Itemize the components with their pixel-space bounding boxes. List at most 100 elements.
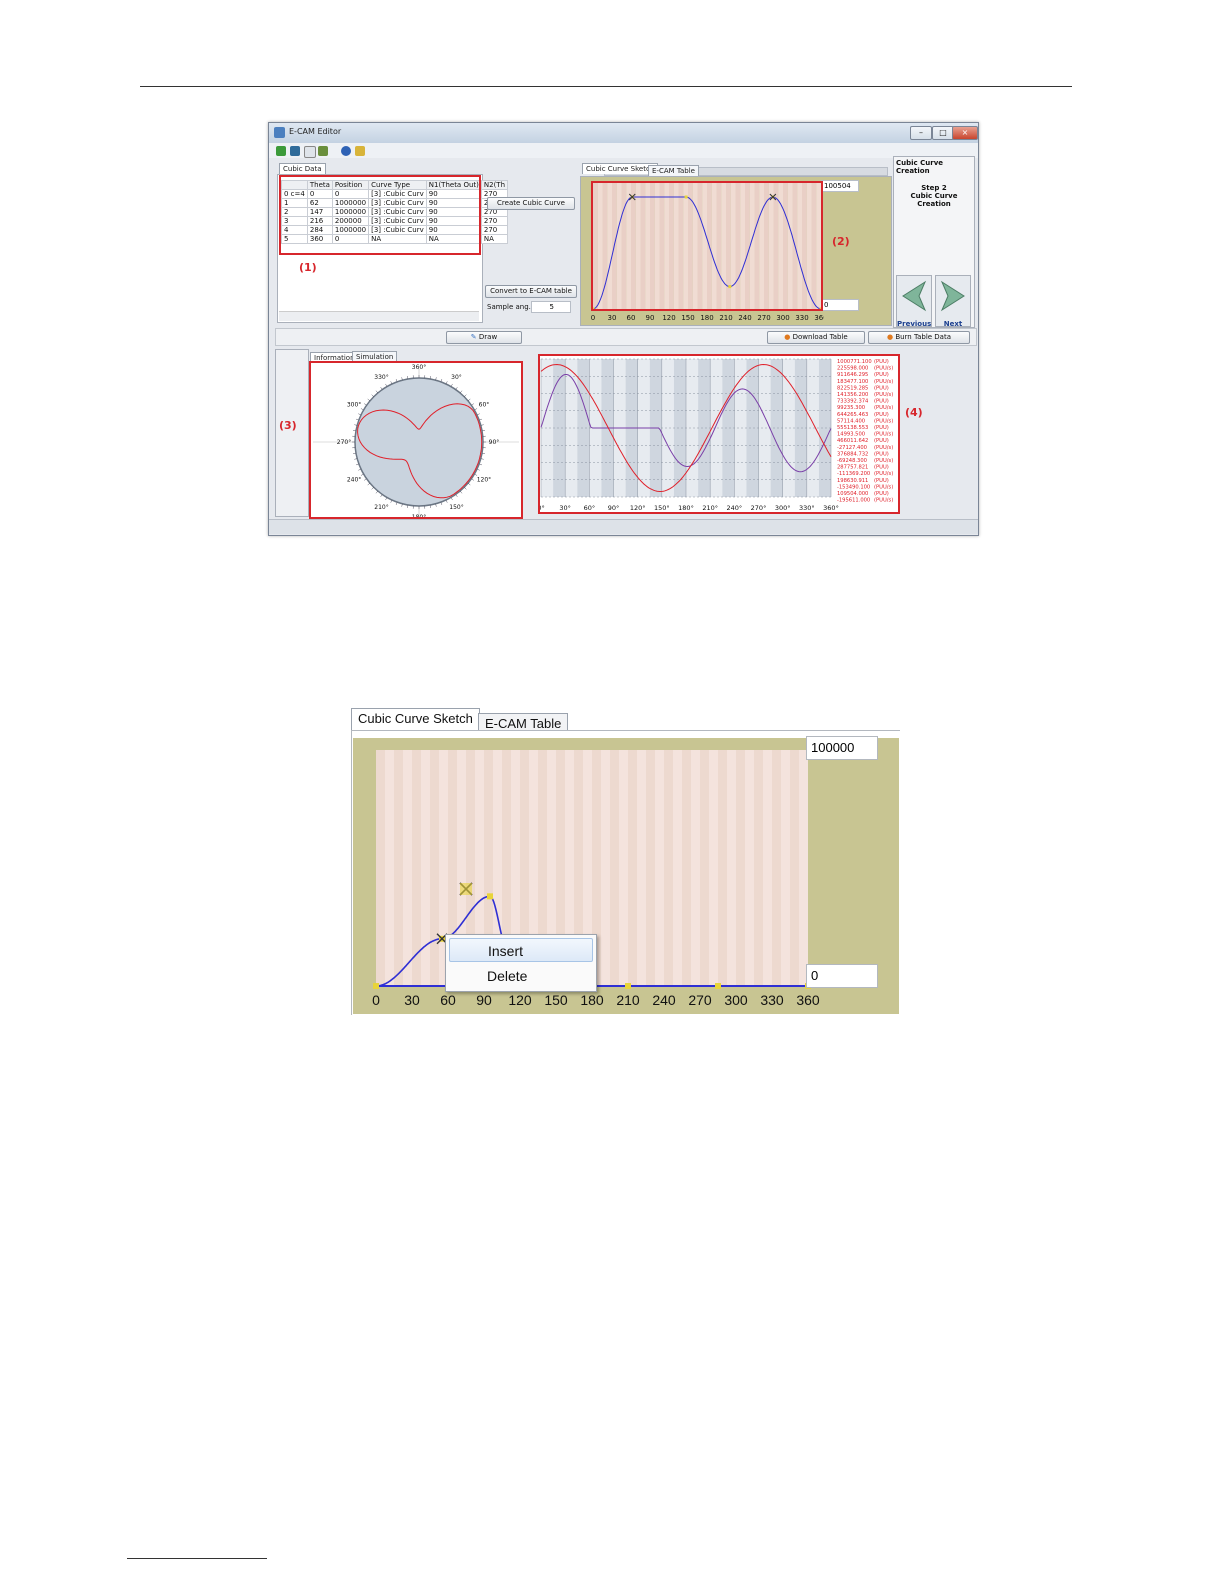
left-side-panel	[275, 349, 309, 517]
region-label-1: (1)	[299, 261, 317, 274]
previous-label: Previous	[897, 320, 932, 328]
x-tick-label: 120	[508, 992, 532, 1008]
sketch-max-value[interactable]: 100504	[821, 180, 859, 192]
stripe	[637, 750, 646, 986]
draw-icon: ✎	[470, 333, 479, 341]
wizard-step-name: Cubic Curve Creation	[910, 192, 958, 208]
export-icon[interactable]	[318, 146, 328, 156]
stripe	[682, 750, 691, 986]
zoomed-sketch: Cubic Curve Sketch E-CAM Table 0 30 60 90 12…	[351, 708, 900, 1015]
save-icon[interactable]	[290, 146, 300, 156]
x-tick-label: 0	[372, 992, 380, 1008]
x-tick-label: 60	[440, 992, 456, 1008]
next-label: Next	[943, 320, 963, 328]
download-table-button[interactable]: ● Download Table	[767, 331, 865, 344]
maximize-button[interactable]: □	[932, 126, 954, 140]
tab-cubic-data[interactable]: Cubic Data	[279, 163, 326, 174]
close-button[interactable]: ×	[952, 126, 978, 140]
table-cell[interactable]: 270	[480, 216, 509, 226]
table-cell[interactable]: 270	[480, 225, 509, 235]
stripe	[700, 750, 709, 986]
sample-angle-input[interactable]: 5	[531, 301, 571, 313]
sketch-min-value[interactable]: 0	[821, 299, 859, 311]
x-tick-label: 30	[608, 314, 617, 322]
x-tick-label: 300	[776, 314, 789, 322]
zoom-max-value[interactable]: 100000	[806, 736, 878, 760]
x-tick-label: 150	[544, 992, 568, 1008]
new-file-icon[interactable]	[304, 146, 316, 158]
x-tick-label: 330	[760, 992, 784, 1008]
highlight-region-3	[309, 361, 523, 519]
download-label: Download Table	[792, 333, 848, 341]
highlight-region-2	[591, 181, 823, 311]
stripe	[664, 750, 673, 986]
x-tick-label: 360	[796, 992, 820, 1008]
tab-cubic-curve-sketch[interactable]: Cubic Curve Sketch	[582, 163, 659, 174]
stripe	[763, 750, 772, 986]
arrow-left-icon	[902, 280, 927, 312]
stripe	[772, 750, 781, 986]
x-tick-label: 210	[719, 314, 732, 322]
lock-icon[interactable]	[355, 146, 365, 156]
toolbar	[269, 143, 978, 176]
download-icon: ●	[784, 333, 793, 341]
horizontal-scrollbar[interactable]	[279, 311, 479, 321]
window-title: E-CAM Editor	[289, 127, 342, 136]
create-cubic-curve-button[interactable]: Create Cubic Curve	[487, 197, 575, 210]
open-icon[interactable]	[276, 146, 286, 156]
stripe	[736, 750, 745, 986]
control-point	[487, 893, 493, 900]
highlight-region-1	[279, 175, 481, 255]
draw-button[interactable]: ✎ Draw	[446, 331, 522, 344]
region-label-2: (2)	[832, 235, 850, 248]
wizard-header: Cubic Curve Creation	[896, 159, 944, 175]
x-tick-label: 300	[724, 992, 748, 1008]
selected-point-highlight	[460, 883, 472, 895]
x-tick-label: 180	[580, 992, 604, 1008]
x-tick-label: 150	[681, 314, 694, 322]
column-header[interactable]: N2(Th	[480, 180, 509, 190]
sample-angle-label: Sample ang.:	[487, 303, 534, 311]
stripe	[628, 750, 637, 986]
table-cell[interactable]: NA	[480, 234, 509, 244]
wizard-step: Step 2	[921, 184, 947, 192]
previous-button[interactable]: Previous	[896, 275, 932, 328]
header-rule	[140, 86, 1072, 87]
stripe	[394, 750, 403, 986]
x-tick-label: 60	[627, 314, 636, 322]
stripe	[709, 750, 718, 986]
stripe	[799, 750, 808, 986]
context-menu: Insert Delete	[445, 934, 597, 992]
region-label-4: (4)	[905, 406, 923, 419]
burn-label: Burn Table Data	[895, 333, 952, 341]
app-icon	[274, 127, 285, 138]
next-button[interactable]: Next	[935, 275, 971, 328]
convert-to-ecam-table-button[interactable]: Convert to E-CAM table	[485, 285, 577, 298]
context-menu-insert[interactable]: Insert	[449, 938, 593, 962]
stripe	[754, 750, 763, 986]
stripe	[385, 750, 394, 986]
stripe	[646, 750, 655, 986]
burn-table-data-button[interactable]: ● Burn Table Data	[868, 331, 970, 344]
x-tick-label: 270	[757, 314, 770, 322]
footer-rule	[127, 1558, 267, 1559]
x-tick-label: 240	[738, 314, 751, 322]
stripe	[727, 750, 736, 986]
arrow-right-icon	[940, 280, 965, 312]
tab-ecam-table[interactable]: E-CAM Table	[648, 165, 699, 176]
context-menu-delete[interactable]: Delete	[449, 964, 593, 988]
minimize-button[interactable]: –	[910, 126, 932, 140]
help-icon[interactable]	[341, 146, 351, 156]
draw-label: Draw	[478, 333, 498, 341]
zoom-min-value[interactable]: 0	[806, 964, 878, 988]
x-tick-label: 210	[616, 992, 640, 1008]
stripe	[673, 750, 682, 986]
stripe	[376, 750, 385, 986]
stripe	[790, 750, 799, 986]
control-point	[373, 983, 379, 989]
stripe	[430, 750, 439, 986]
stripe	[610, 750, 619, 986]
highlight-region-4	[538, 354, 900, 514]
region-label-3: (3)	[279, 419, 297, 432]
stripe	[403, 750, 412, 986]
